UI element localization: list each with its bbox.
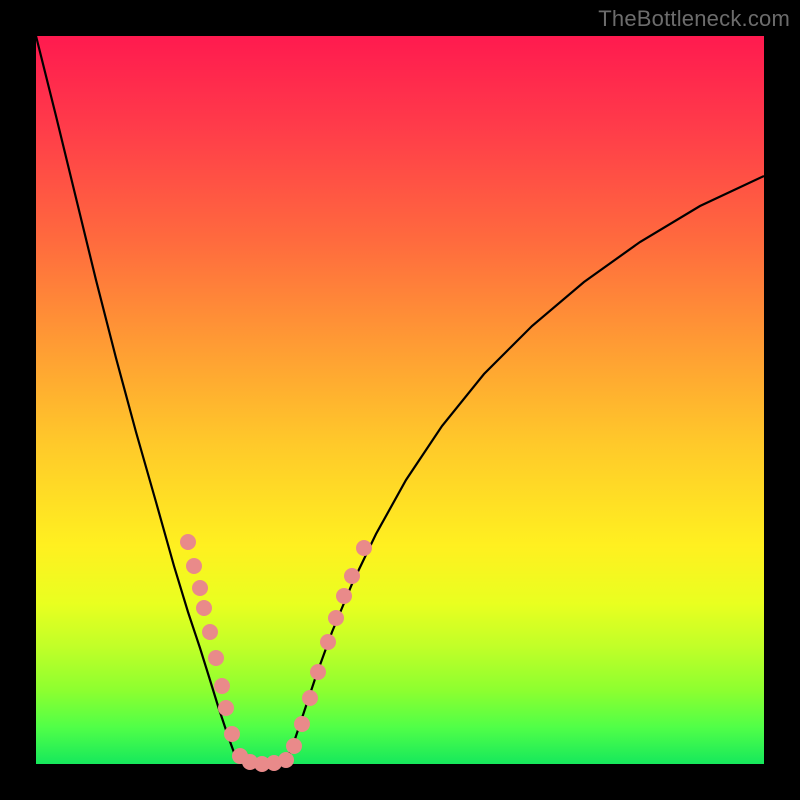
data-dot [202,624,218,640]
data-dot [214,678,230,694]
data-dot [208,650,224,666]
data-dot [302,690,318,706]
data-dot [218,700,234,716]
data-dot [344,568,360,584]
data-dots [180,534,372,772]
curve-right [286,176,764,762]
data-dot [294,716,310,732]
data-dot [328,610,344,626]
data-dot [224,726,240,742]
curve-left [36,36,236,758]
data-dot [278,752,294,768]
data-dot [196,600,212,616]
data-dot [180,534,196,550]
data-dot [286,738,302,754]
data-dot [192,580,208,596]
data-dot [356,540,372,556]
curve-svg [36,36,764,764]
data-dot [336,588,352,604]
plot-area [36,36,764,764]
data-dot [310,664,326,680]
data-dot [186,558,202,574]
watermark: TheBottleneck.com [598,6,790,32]
chart-frame: TheBottleneck.com [0,0,800,800]
data-dot [320,634,336,650]
